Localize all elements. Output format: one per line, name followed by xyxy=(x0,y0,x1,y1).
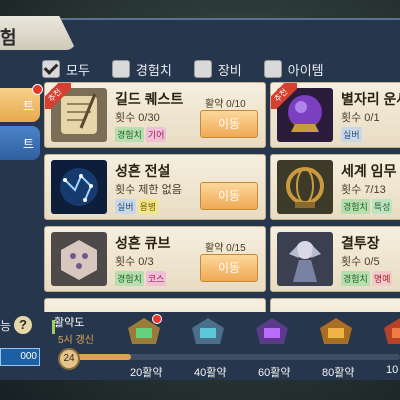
quest-tags: 실버 xyxy=(341,127,362,142)
quest-tags: 경험치 명예 xyxy=(341,271,393,286)
progress-knob: 24 xyxy=(58,348,80,370)
quest-name: 성흔 전설 xyxy=(115,163,171,179)
reward-chest-icon[interactable] xyxy=(252,314,292,348)
filter-exp[interactable]: 경험치 xyxy=(111,56,172,82)
milestone-label: 40활약 xyxy=(194,367,227,379)
quest-name: 별자리 운세 xyxy=(341,91,400,107)
move-button[interactable]: 이동 xyxy=(200,110,258,138)
move-button[interactable]: 이동 xyxy=(200,182,258,210)
quest-tags: 실버 용병 xyxy=(115,199,159,214)
quest-card-world[interactable]: 세계 임무 횟수 7/13 경험치 특성 xyxy=(270,154,400,220)
progress-track xyxy=(64,354,400,360)
tag: 경험치 xyxy=(341,271,370,286)
quest-name: 세계 임무 xyxy=(341,163,397,179)
tag: 기어 xyxy=(145,127,167,142)
tag: 경험치 xyxy=(115,127,144,142)
quest-name: 길드 퀘스트 xyxy=(115,91,184,107)
quest-count: 횟수 0/3 xyxy=(115,256,154,268)
side-label: 능 xyxy=(0,319,12,333)
tag: 실버 xyxy=(341,127,362,142)
filter-all[interactable]: 모두 xyxy=(42,56,90,82)
quest-tags: 경험치 특성 xyxy=(341,199,393,214)
milestone-label: 10 xyxy=(386,364,399,376)
recommended-ribbon: 추천 xyxy=(45,83,71,109)
quest-card-guild[interactable]: 추천 길드 퀘스트 횟수 0/30 경험치 기어 활약 0/10 이동 xyxy=(44,82,266,148)
notification-dot xyxy=(152,314,162,324)
filter-item[interactable]: 아이템 xyxy=(263,56,324,82)
tag: 경험치 xyxy=(341,199,370,214)
quest-count: 횟수 0/5 xyxy=(341,256,380,268)
quest-activity: 활약 0/15 xyxy=(205,243,246,254)
cube-icon xyxy=(51,232,107,286)
quest-tags: 경험치 코스 xyxy=(115,271,167,286)
quest-card-stigma-cube[interactable]: 성흔 큐브 횟수 0/3 경험치 코스 활약 0/15 이동 xyxy=(44,226,266,292)
side-value: 000 xyxy=(0,348,40,366)
reward-chest-icon[interactable] xyxy=(188,314,228,348)
checkbox-all[interactable] xyxy=(42,60,60,78)
filter-exp-label: 경험치 xyxy=(135,62,172,78)
quest-count: 횟수 제한 없음 xyxy=(115,184,182,196)
quest-grid: 추천 길드 퀘스트 횟수 0/30 경험치 기어 활약 0/10 이동 추천 별… xyxy=(44,82,400,312)
quest-count: 횟수 0/1 xyxy=(341,112,380,124)
quest-name: 성흔 큐브 xyxy=(115,235,171,251)
quest-card-partial[interactable] xyxy=(270,298,400,312)
reward-chest-icon[interactable] xyxy=(316,314,356,348)
checkbox-item[interactable] xyxy=(263,60,282,78)
progress-label: 활약도 xyxy=(54,317,85,329)
refresh-time: 5시 갱신 xyxy=(58,335,94,346)
filter-item-label: 아이템 xyxy=(287,62,324,78)
milestone-label: 80활약 xyxy=(322,367,355,379)
reward-chest-icon[interactable] xyxy=(380,314,400,348)
help-icon[interactable]: ? xyxy=(14,316,32,334)
checkbox-exp[interactable] xyxy=(111,60,130,78)
duel-character-icon xyxy=(277,232,333,286)
notification-dot xyxy=(32,84,43,95)
tag: 경험치 xyxy=(115,271,144,286)
filter-equipment-label: 장비 xyxy=(217,62,242,78)
quest-card-horoscope[interactable]: 추천 별자리 운세 횟수 0/1 실버 xyxy=(270,82,400,148)
quest-activity: 활약 0/10 xyxy=(205,99,246,110)
quest-tags: 경험치 기어 xyxy=(115,127,167,142)
quest-count: 횟수 7/13 xyxy=(341,184,386,196)
quest-count: 횟수 0/30 xyxy=(115,112,160,124)
side-tab-1-label: 트 xyxy=(22,99,34,113)
globe-icon xyxy=(277,160,333,214)
activity-progress: 활약도 5시 갱신 24 20활약 40활약 60활약 80활약 10 xyxy=(44,312,400,392)
quest-card-arena[interactable]: 결투장 횟수 0/5 경험치 명예 xyxy=(270,226,400,292)
move-button[interactable]: 이동 xyxy=(200,254,258,282)
recommended-ribbon: 추천 xyxy=(271,83,297,109)
tag: 명예 xyxy=(371,271,393,286)
filter-bar: 모두 경험치 장비 아이템 xyxy=(42,56,346,82)
tag: 코스 xyxy=(145,271,167,286)
window-title: 험 xyxy=(0,28,17,48)
tag: 실버 xyxy=(115,199,136,214)
quest-name: 결투장 xyxy=(341,235,380,251)
side-tab-2-label: 트 xyxy=(22,137,34,151)
filter-equipment[interactable]: 장비 xyxy=(193,56,242,82)
filter-all-label: 모두 xyxy=(66,62,90,78)
quest-card-partial[interactable] xyxy=(44,298,266,312)
tag: 용병 xyxy=(137,199,159,214)
milestone-label: 60활약 xyxy=(258,367,291,379)
quest-card-stigma-legend[interactable]: 성흔 전설 횟수 제한 없음 실버 용병 이동 xyxy=(44,154,266,220)
side-tab-2[interactable]: 트 xyxy=(0,126,40,160)
checkbox-equipment[interactable] xyxy=(193,60,212,78)
constellation-icon xyxy=(51,160,107,214)
tag: 특성 xyxy=(371,199,393,214)
milestone-label: 20활약 xyxy=(130,367,163,379)
